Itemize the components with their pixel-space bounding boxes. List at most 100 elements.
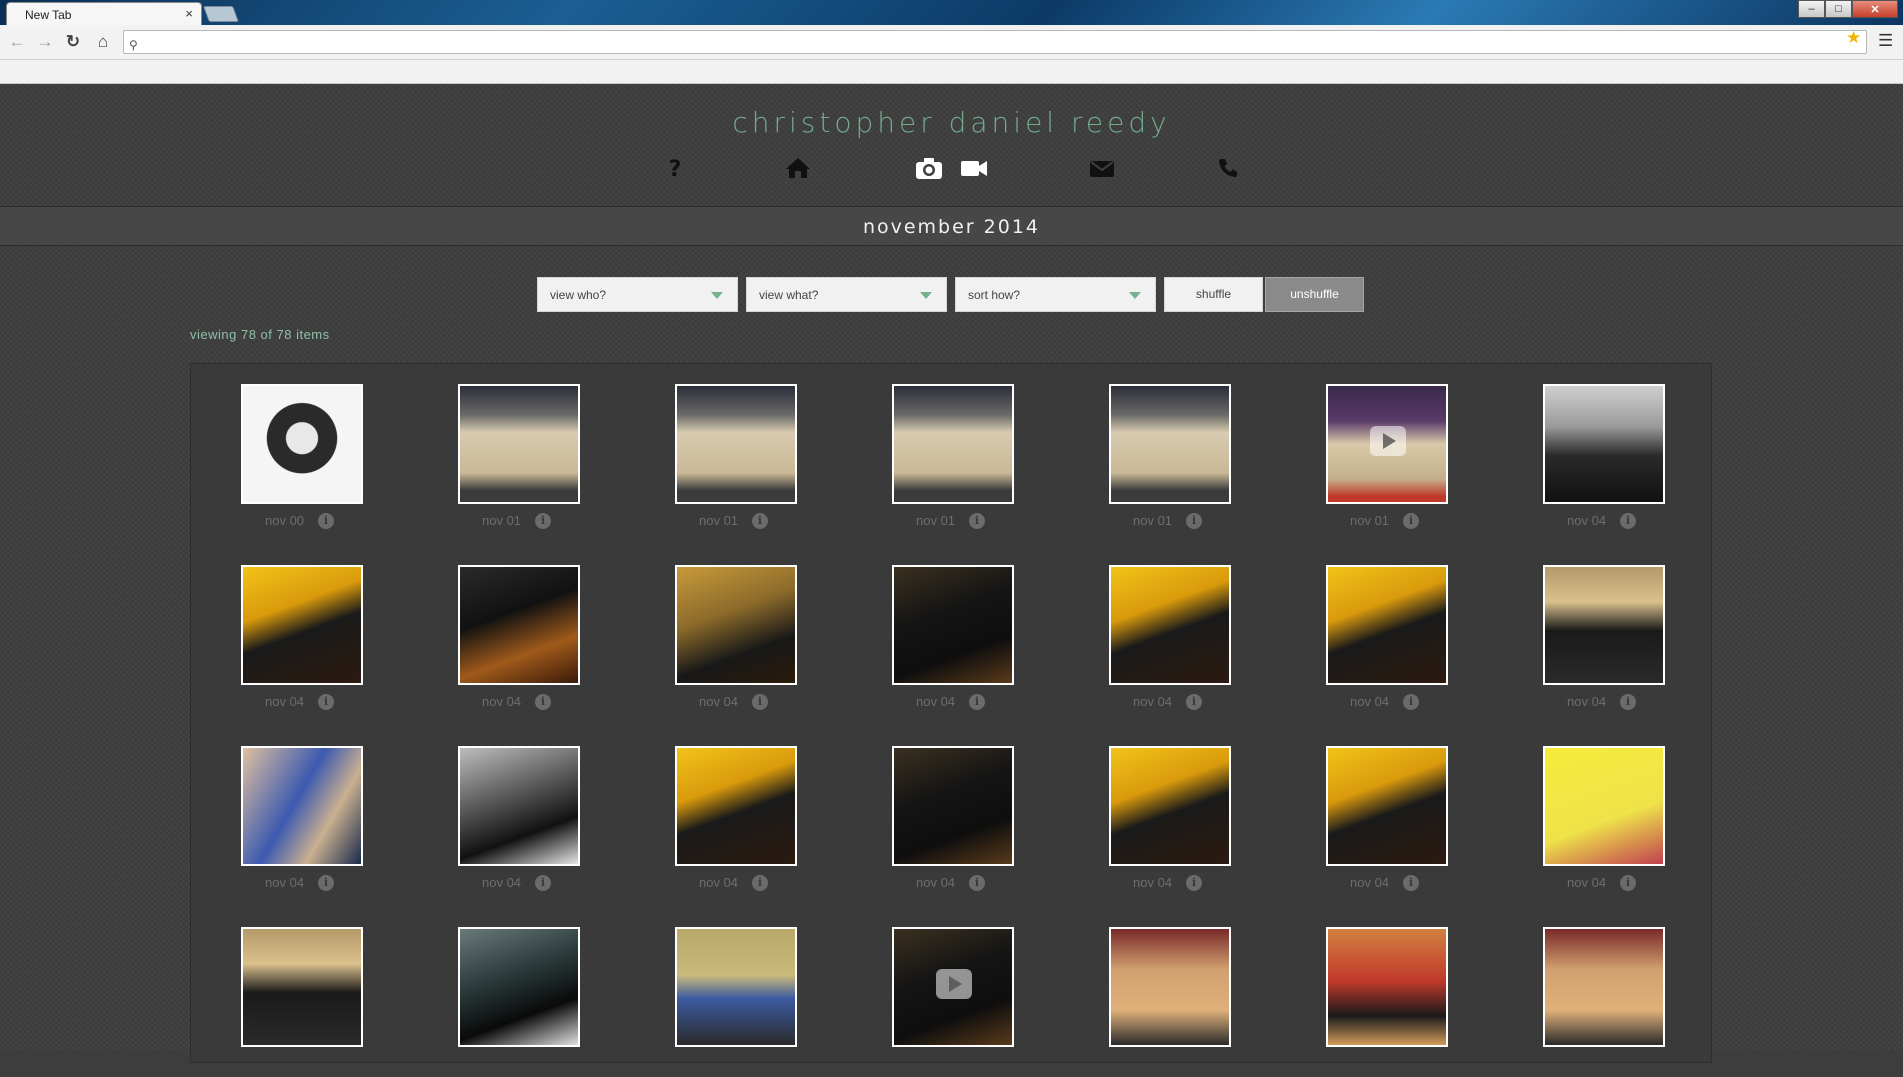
sort-how-label: sort how?	[968, 288, 1021, 302]
window-close-button[interactable]: ✕	[1852, 0, 1898, 18]
photo-thumbnail[interactable]	[892, 746, 1014, 866]
photo-thumbnail[interactable]	[458, 927, 580, 1047]
info-icon[interactable]: i	[969, 694, 985, 710]
info-icon[interactable]: i	[752, 694, 768, 710]
photo-thumbnail[interactable]	[1326, 746, 1448, 866]
photo-thumbnail[interactable]	[458, 746, 580, 866]
back-arrow-icon[interactable]: ←	[6, 31, 28, 53]
photo-thumbnail[interactable]	[241, 927, 363, 1047]
photo-thumbnail[interactable]	[241, 384, 363, 504]
section-header: november 2014	[0, 206, 1903, 246]
info-icon[interactable]: i	[752, 513, 768, 529]
photo-thumbnail[interactable]	[1109, 384, 1231, 504]
photo-thumbnail[interactable]	[1109, 565, 1231, 685]
info-icon[interactable]: i	[1186, 694, 1202, 710]
thumbnail-date: nov 04	[482, 694, 522, 709]
bookmark-star-icon[interactable]: ★	[1846, 28, 1861, 48]
photo-thumbnail[interactable]	[892, 384, 1014, 504]
browser-tab[interactable]: New Tab ×	[6, 2, 202, 25]
info-icon[interactable]: i	[1403, 694, 1419, 710]
photo-thumbnail[interactable]	[675, 746, 797, 866]
thumbnail-date: nov 04	[916, 694, 956, 709]
info-icon[interactable]: i	[1186, 513, 1202, 529]
thumbnail-caption: nov 04 i	[1543, 692, 1665, 712]
video-icon[interactable]	[954, 156, 994, 186]
photo-thumbnail[interactable]	[675, 565, 797, 685]
view-who-dropdown[interactable]: view who?	[537, 277, 738, 312]
section-title: november 2014	[862, 216, 1041, 238]
gallery-item: nov 04 i	[1326, 565, 1448, 715]
info-icon[interactable]: i	[535, 513, 551, 529]
photo-thumbnail[interactable]	[241, 565, 363, 685]
view-what-label: view what?	[759, 288, 819, 302]
photo-thumbnail[interactable]	[1543, 927, 1665, 1047]
bookmark-bar	[0, 60, 1903, 84]
photo-thumbnail[interactable]	[1109, 746, 1231, 866]
info-icon[interactable]: i	[1620, 513, 1636, 529]
photo-thumbnail[interactable]	[241, 746, 363, 866]
photo-thumbnail[interactable]	[1543, 384, 1665, 504]
browser-toolbar: ← → ↻ ⌂ ⚲ ★ ☰	[0, 25, 1903, 60]
home-nav-icon[interactable]	[778, 156, 818, 186]
info-icon[interactable]: i	[535, 694, 551, 710]
shuffle-button[interactable]: shuffle	[1164, 277, 1263, 312]
menu-icon[interactable]: ☰	[1878, 31, 1893, 51]
thumbnail-caption: nov 04 i	[675, 692, 797, 712]
info-icon[interactable]: i	[969, 513, 985, 529]
photo-thumbnail[interactable]	[892, 565, 1014, 685]
gallery-item	[458, 927, 580, 1077]
video-thumbnail[interactable]	[1326, 384, 1448, 504]
photo-thumbnail[interactable]	[458, 565, 580, 685]
sort-how-dropdown[interactable]: sort how?	[955, 277, 1156, 312]
view-what-dropdown[interactable]: view what?	[746, 277, 947, 312]
viewing-count: viewing 78 of 78 items	[190, 327, 330, 342]
camera-icon[interactable]	[909, 156, 949, 186]
thumbnail-date: nov 04	[1567, 694, 1607, 709]
photo-thumbnail[interactable]	[1326, 927, 1448, 1047]
gallery-item	[241, 927, 363, 1077]
photo-thumbnail[interactable]	[1109, 927, 1231, 1047]
window-maximize-button[interactable]: □	[1825, 0, 1852, 18]
home-icon[interactable]: ⌂	[92, 31, 114, 53]
video-thumbnail[interactable]	[892, 927, 1014, 1047]
unshuffle-button[interactable]: unshuffle	[1265, 277, 1364, 312]
info-icon[interactable]: i	[1403, 513, 1419, 529]
question-icon[interactable]: ?	[655, 156, 695, 186]
photo-gallery: nov 00 i nov 01 i nov 01 i nov 01 i nov 01 i nov 0…	[190, 363, 1712, 1063]
address-bar[interactable]: ⚲	[123, 30, 1867, 54]
tab-title: New Tab	[25, 8, 72, 22]
thumbnail-date: nov 00	[265, 513, 305, 528]
info-icon[interactable]: i	[1403, 875, 1419, 891]
info-icon[interactable]: i	[318, 694, 334, 710]
gallery-item: nov 04 i	[1543, 384, 1665, 534]
photo-thumbnail[interactable]	[675, 384, 797, 504]
gallery-item: nov 01 i	[1109, 384, 1231, 534]
thumbnail-date: nov 01	[699, 513, 739, 528]
thumbnail-date: nov 04	[1133, 875, 1173, 890]
info-icon[interactable]: i	[535, 875, 551, 891]
gallery-item: nov 04 i	[892, 565, 1014, 715]
photo-thumbnail[interactable]	[1543, 565, 1665, 685]
window-minimize-button[interactable]: –	[1798, 0, 1825, 18]
reload-icon[interactable]: ↻	[62, 31, 84, 53]
phone-icon[interactable]	[1208, 156, 1248, 186]
gallery-item: nov 04 i	[241, 746, 363, 896]
photo-thumbnail[interactable]	[1326, 565, 1448, 685]
gallery-item: nov 00 i	[241, 384, 363, 534]
info-icon[interactable]: i	[969, 875, 985, 891]
forward-arrow-icon[interactable]: →	[34, 31, 56, 53]
info-icon[interactable]: i	[752, 875, 768, 891]
photo-thumbnail[interactable]	[675, 927, 797, 1047]
info-icon[interactable]: i	[1620, 694, 1636, 710]
new-tab-button[interactable]	[203, 6, 239, 22]
thumbnail-date: nov 04	[699, 875, 739, 890]
info-icon[interactable]: i	[1620, 875, 1636, 891]
tab-close-icon[interactable]: ×	[185, 6, 193, 21]
info-icon[interactable]: i	[318, 875, 334, 891]
photo-thumbnail[interactable]	[1543, 746, 1665, 866]
gallery-item: nov 04 i	[675, 565, 797, 715]
info-icon[interactable]: i	[1186, 875, 1202, 891]
info-icon[interactable]: i	[318, 513, 334, 529]
envelope-icon[interactable]	[1082, 156, 1122, 186]
photo-thumbnail[interactable]	[458, 384, 580, 504]
